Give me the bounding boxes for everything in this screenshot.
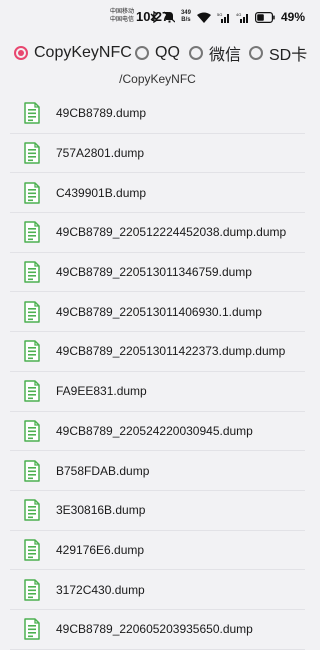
file-list: 49CB8789.dump 757A2801.dump C439901B.dum… [10,94,305,650]
file-name: 49CB8789_220513011346759.dump [56,265,252,280]
file-name: 49CB8789_220524220030945.dump [56,423,253,438]
file-name: 3172C430.dump [56,582,145,597]
battery-percent: 49% [280,10,305,24]
radio-qq[interactable]: QQ [135,40,180,66]
document-icon [24,499,40,521]
net-speed-unit: B/s [181,17,191,23]
signal-1-label: 5G [217,12,222,17]
status-bar: 中国移动 中国电信 10:27 349 B/s 5G 4G 49% [0,0,315,34]
document-icon [24,459,40,482]
document-icon [24,618,40,641]
document-icon [24,301,40,323]
file-name: C439901B.dump [56,185,147,200]
file-list-item[interactable]: 429176E6.dump [10,531,305,571]
file-name: 429176E6.dump [56,542,145,557]
file-name: 49CB8789_220513011406930.1.dump [56,304,262,319]
document-icon [24,142,40,164]
file-name: 3E30816B.dump [56,503,146,518]
radio-checked-icon [14,46,28,60]
file-name: 49CB8789_220512224452038.dump.dump [56,225,287,240]
current-path: /CopyKeyNFC [119,72,196,86]
radio-label: 微信 [209,47,242,64]
file-name: 757A2801.dump [56,146,145,161]
file-list-item[interactable]: 3172C430.dump [10,570,305,610]
file-list-item[interactable]: 49CB8789_220513011422373.dump.dump [10,332,305,372]
file-name: B758FDAB.dump [56,463,150,478]
file-list-item[interactable]: 49CB8789_220513011346759.dump [10,253,305,293]
document-icon [24,340,40,363]
file-list-item[interactable]: B758FDAB.dump [10,451,305,491]
signal-2-icon: 4G [236,12,249,23]
document-icon [24,380,40,402]
file-list-item[interactable]: 3E30816B.dump [10,491,305,531]
document-icon [24,181,40,204]
status-icons: 349 B/s 5G 4G 49% [150,9,305,25]
radio-copykeynfc[interactable]: CopyKeyNFC [14,40,132,66]
file-list-item[interactable]: 49CB8789_220512224452038.dump.dump [10,213,305,253]
document-icon [24,420,40,442]
net-speed-value: 349 [180,10,191,16]
radio-label: SD卡 [269,47,308,64]
radio-label: QQ [155,44,180,61]
file-name: 49CB8789_220605203935650.dump [56,622,253,637]
network-speed: 349 B/s [181,10,191,24]
document-icon [24,221,40,244]
signal-2-label: 4G [236,12,241,17]
file-list-item[interactable]: 49CB8789_220524220030945.dump [10,412,305,452]
radio-sd-card[interactable]: SD卡 [249,40,307,66]
mute-icon [163,11,175,23]
radio-unchecked-icon [135,46,149,60]
file-name: 49CB8789.dump [56,106,147,121]
radio-unchecked-icon [249,46,263,60]
document-icon [24,578,40,601]
document-icon [24,539,40,561]
source-radio-group: CopyKeyNFC QQ 微信 SD卡 [0,40,315,66]
battery-icon [254,11,275,23]
document-icon [24,261,40,283]
file-list-item[interactable]: 49CB8789_220605203935650.dump [10,610,305,650]
radio-label: CopyKeyNFC [34,44,132,61]
wifi-icon [196,12,211,23]
radio-unchecked-icon [189,46,203,60]
file-name: 49CB8789_220513011422373.dump.dump [56,344,286,359]
document-icon [24,102,40,125]
carrier-2: 中国电信 [110,17,135,23]
carrier-1: 中国移动 [110,9,135,15]
radio-wechat[interactable]: 微信 [189,40,241,66]
carrier-info: 中国移动 中国电信 [110,8,134,24]
file-list-item[interactable]: 49CB8789.dump [10,94,305,134]
file-list-item[interactable]: FA9EE831.dump [10,372,305,412]
bluetooth-icon [150,11,158,23]
file-list-item[interactable]: 757A2801.dump [10,134,305,174]
signal-1-icon: 5G [217,12,230,23]
file-name: FA9EE831.dump [56,384,147,399]
file-list-item[interactable]: C439901B.dump [10,173,305,214]
file-list-item[interactable]: 49CB8789_220513011406930.1.dump [10,292,305,333]
